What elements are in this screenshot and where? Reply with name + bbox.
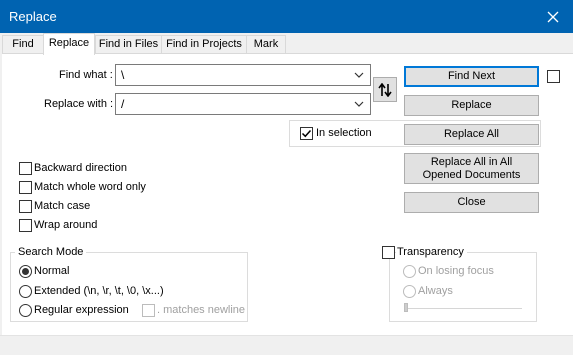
swap-find-replace-button[interactable] [373, 77, 397, 102]
extended-label: Extended (\n, \r, \t, \0, \x...) [34, 285, 164, 297]
in-selection-label: In selection [316, 127, 372, 139]
match-case-label: Match case [34, 200, 91, 212]
tab-find[interactable]: Find [2, 35, 44, 54]
match-case-checkbox[interactable] [19, 200, 32, 213]
always-radio[interactable] [403, 285, 416, 298]
extended-radio[interactable] [19, 285, 32, 298]
tab-find-in-files[interactable]: Find in Files [95, 35, 162, 54]
transparency-slider-thumb[interactable] [404, 303, 408, 312]
normal-label: Normal [34, 265, 70, 277]
tab-strip: Find Replace Find in Files Find in Proje… [0, 33, 573, 55]
status-bar [0, 335, 573, 355]
matches-newline-checkbox[interactable] [142, 304, 155, 317]
always-label: Always [418, 285, 453, 297]
chevron-down-icon[interactable] [354, 70, 364, 80]
regex-radio[interactable] [19, 304, 32, 317]
search-mode-title: Search Mode [15, 246, 87, 258]
matches-newline-label: . matches newline [157, 304, 246, 316]
chevron-down-icon[interactable] [354, 99, 364, 109]
tab-mark[interactable]: Mark [246, 35, 286, 54]
replace-with-label: Replace with : [44, 98, 114, 110]
transparency-checkbox[interactable] [382, 246, 395, 259]
normal-radio[interactable] [19, 265, 32, 278]
replace-all-button[interactable]: Replace All [404, 124, 539, 145]
match-whole-word-checkbox[interactable] [19, 181, 32, 194]
backward-direction-label: Backward direction [34, 162, 127, 174]
on-losing-focus-label: On losing focus [418, 265, 494, 277]
close-button[interactable]: Close [404, 192, 539, 213]
tab-replace[interactable]: Replace [43, 33, 95, 55]
window-title: Replace [9, 9, 57, 24]
tab-find-in-projects[interactable]: Find in Projects [161, 35, 247, 54]
backward-direction-checkbox[interactable] [19, 162, 32, 175]
swap-arrows-icon [378, 82, 392, 97]
find-what-combo[interactable]: \ [115, 64, 371, 86]
replace-with-combo[interactable]: / [115, 93, 371, 115]
find-next-button[interactable]: Find Next [404, 66, 539, 87]
match-whole-word-label: Match whole word only [34, 181, 146, 193]
check-icon [301, 129, 312, 138]
on-losing-focus-radio[interactable] [403, 265, 416, 278]
close-icon[interactable] [533, 0, 573, 33]
replace-with-value: / [121, 97, 125, 111]
find-next-option-checkbox[interactable] [547, 70, 560, 83]
transparency-label: Transparency [396, 246, 467, 258]
replace-all-opened-button[interactable]: Replace All in All Opened Documents [404, 153, 539, 184]
find-what-value: \ [121, 68, 125, 82]
regex-label: Regular expression [34, 304, 129, 316]
replace-button[interactable]: Replace [404, 95, 539, 116]
in-selection-checkbox[interactable] [300, 127, 313, 140]
find-what-label: Find what : [59, 69, 113, 81]
title-bar: Replace [0, 0, 573, 33]
wrap-around-checkbox[interactable] [19, 219, 32, 232]
wrap-around-label: Wrap around [34, 219, 98, 231]
transparency-slider-track[interactable] [404, 308, 522, 309]
